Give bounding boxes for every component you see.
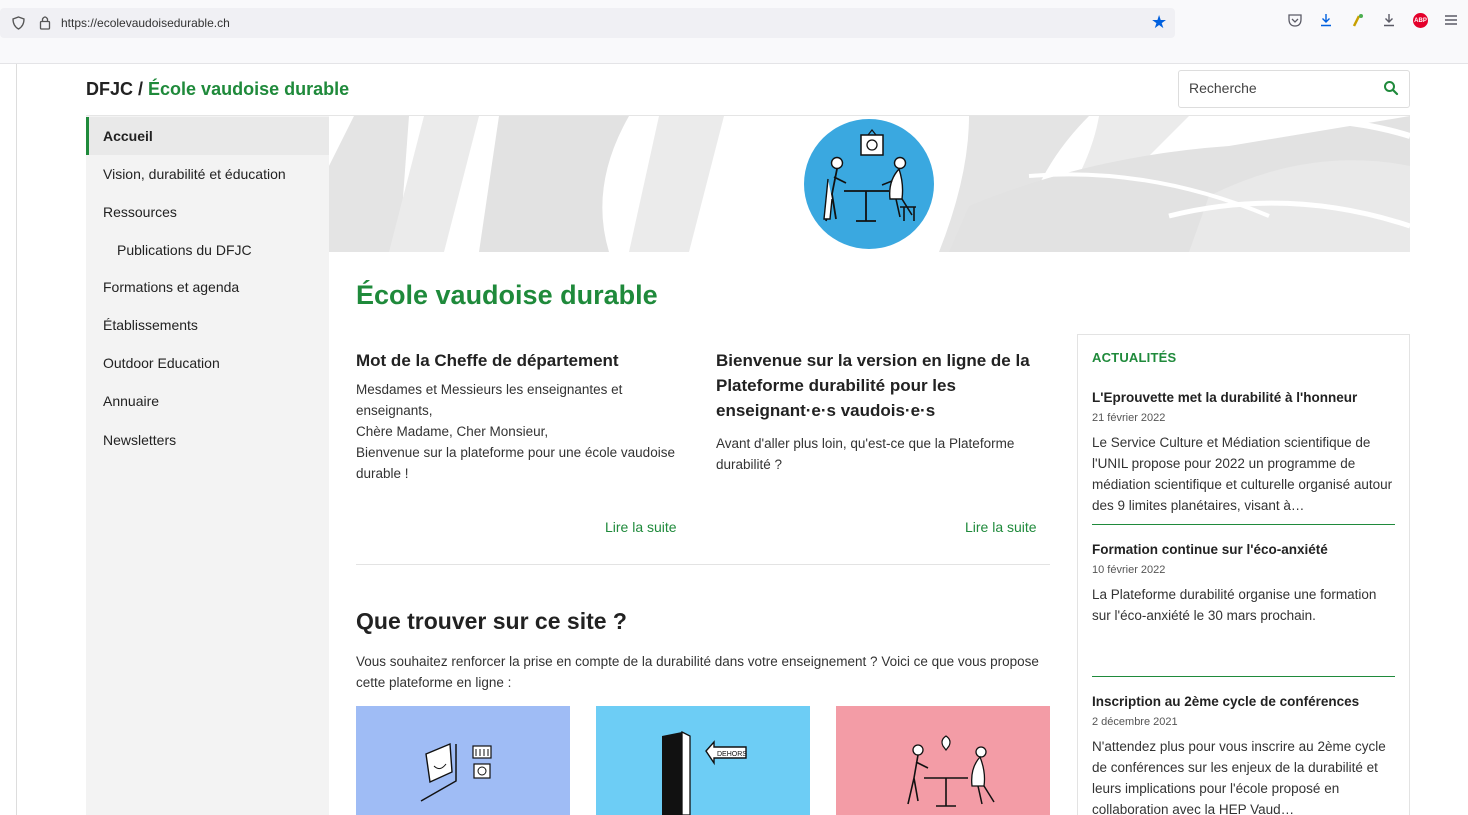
- bookmark-star-icon[interactable]: ★: [1151, 13, 1167, 31]
- news-item-text: La Plateforme durabilité organise une fo…: [1092, 587, 1377, 623]
- sidebar-item-formations[interactable]: Formations et agenda: [86, 268, 329, 306]
- extension-icon[interactable]: [1350, 12, 1366, 28]
- welcome-line-1: Mesdames et Messieurs les enseignantes e…: [356, 382, 623, 418]
- news-separator: [1092, 524, 1395, 525]
- pocket-icon[interactable]: [1287, 12, 1303, 28]
- sidebar-item-annuaire[interactable]: Annuaire: [86, 382, 329, 420]
- sidebar-item-outdoor[interactable]: Outdoor Education: [86, 344, 329, 382]
- search-icon[interactable]: [1383, 80, 1399, 96]
- content-divider: [356, 564, 1050, 565]
- news-item-date: 10 février 2022: [1092, 564, 1166, 576]
- resource-card-2[interactable]: DEHORS: [596, 706, 810, 815]
- site-header: DFJC / École vaudoise durable: [86, 64, 1410, 116]
- people-at-table-illustration: [823, 129, 916, 222]
- sidebar-item-etablissements[interactable]: Établissements: [86, 306, 329, 344]
- welcome-column: Mot de la Cheffe de département Mesdames…: [356, 348, 691, 484]
- classroom-illustration: [420, 742, 492, 802]
- news-item: Inscription au 2ème cycle de conférences…: [1092, 693, 1397, 815]
- resource-card-3[interactable]: [836, 706, 1050, 815]
- news-item-date: 21 février 2022: [1092, 412, 1166, 424]
- read-more-link-1[interactable]: Lire la suite: [605, 519, 677, 535]
- news-item-title[interactable]: Inscription au 2ème cycle de conférences: [1092, 693, 1397, 711]
- sidebar-nav: Accueil Vision, durabilité et éducation …: [86, 116, 329, 815]
- hero-banner: [329, 116, 1410, 252]
- welcome-line-2: Chère Madame, Cher Monsieur,: [356, 424, 549, 439]
- news-separator: [1092, 676, 1395, 677]
- welcome-text: Mesdames et Messieurs les enseignantes e…: [356, 379, 691, 484]
- door-sign-label: DEHORS: [717, 751, 747, 758]
- download-icon[interactable]: [1381, 12, 1397, 28]
- sidebar-item-vision[interactable]: Vision, durabilité et éducation: [86, 155, 329, 193]
- news-item-date: 2 décembre 2021: [1092, 716, 1178, 728]
- window-edge: [16, 64, 17, 815]
- search-input[interactable]: [1189, 80, 1369, 96]
- sidebar-item-accueil[interactable]: Accueil: [86, 117, 329, 155]
- welcome-line-3: Bienvenue sur la plateforme pour une éco…: [356, 445, 675, 481]
- intro-heading[interactable]: Bienvenue sur la version en ligne de la …: [716, 348, 1041, 423]
- url-bar[interactable]: https://ecolevaudoisedurable.ch ★: [0, 8, 1175, 38]
- sidebar-item-newsletters[interactable]: Newsletters: [86, 421, 329, 459]
- sidebar-item-ressources[interactable]: Ressources: [86, 193, 329, 231]
- intro-text: Avant d'aller plus loin, qu'est-ce que l…: [716, 436, 1015, 472]
- discussion-illustration: [907, 735, 995, 807]
- intro-column: Bienvenue sur la version en ligne de la …: [716, 348, 1041, 475]
- news-item-text: N'attendez plus pour vous inscrire au 2è…: [1092, 739, 1386, 815]
- adblock-icon[interactable]: ABP: [1413, 13, 1428, 28]
- url-text[interactable]: https://ecolevaudoisedurable.ch: [61, 16, 230, 30]
- read-more-link-2[interactable]: Lire la suite: [965, 519, 1037, 535]
- menu-icon[interactable]: [1443, 12, 1459, 28]
- news-item-title[interactable]: L'Eprouvette met la durabilité à l'honne…: [1092, 389, 1397, 407]
- door-outdoor-illustration: DEHORS: [662, 730, 747, 815]
- news-item: Formation continue sur l'éco-anxiété 10 …: [1092, 541, 1397, 626]
- news-item: L'Eprouvette met la durabilité à l'honne…: [1092, 389, 1397, 516]
- lock-icon[interactable]: [39, 15, 51, 30]
- section-intro: Vous souhaitez renforcer la prise en com…: [356, 654, 1039, 690]
- section-title: Que trouver sur ce site ?: [356, 608, 627, 634]
- news-panel: ACTUALITÉS L'Eprouvette met la durabilit…: [1077, 334, 1410, 815]
- sidebar-item-publications[interactable]: Publications du DFJC: [86, 231, 329, 269]
- welcome-heading[interactable]: Mot de la Cheffe de département: [356, 348, 691, 373]
- resource-card-1[interactable]: [356, 706, 570, 815]
- news-item-text: Le Service Culture et Médiation scientif…: [1092, 435, 1393, 513]
- tracking-shield-icon[interactable]: [12, 16, 25, 30]
- org-name: DFJC /: [86, 79, 144, 99]
- browser-toolbar: https://ecolevaudoisedurable.ch ★ ABP: [0, 0, 1468, 64]
- page-title: École vaudoise durable: [356, 280, 658, 310]
- news-heading: ACTUALITÉS: [1092, 350, 1177, 365]
- site-name[interactable]: École vaudoise durable: [148, 79, 349, 99]
- search-box: [1178, 70, 1410, 108]
- site-title[interactable]: DFJC / École vaudoise durable: [86, 79, 349, 100]
- news-item-title[interactable]: Formation continue sur l'éco-anxiété: [1092, 541, 1397, 559]
- download-icon[interactable]: [1318, 12, 1334, 28]
- illustration-circle: [804, 119, 934, 249]
